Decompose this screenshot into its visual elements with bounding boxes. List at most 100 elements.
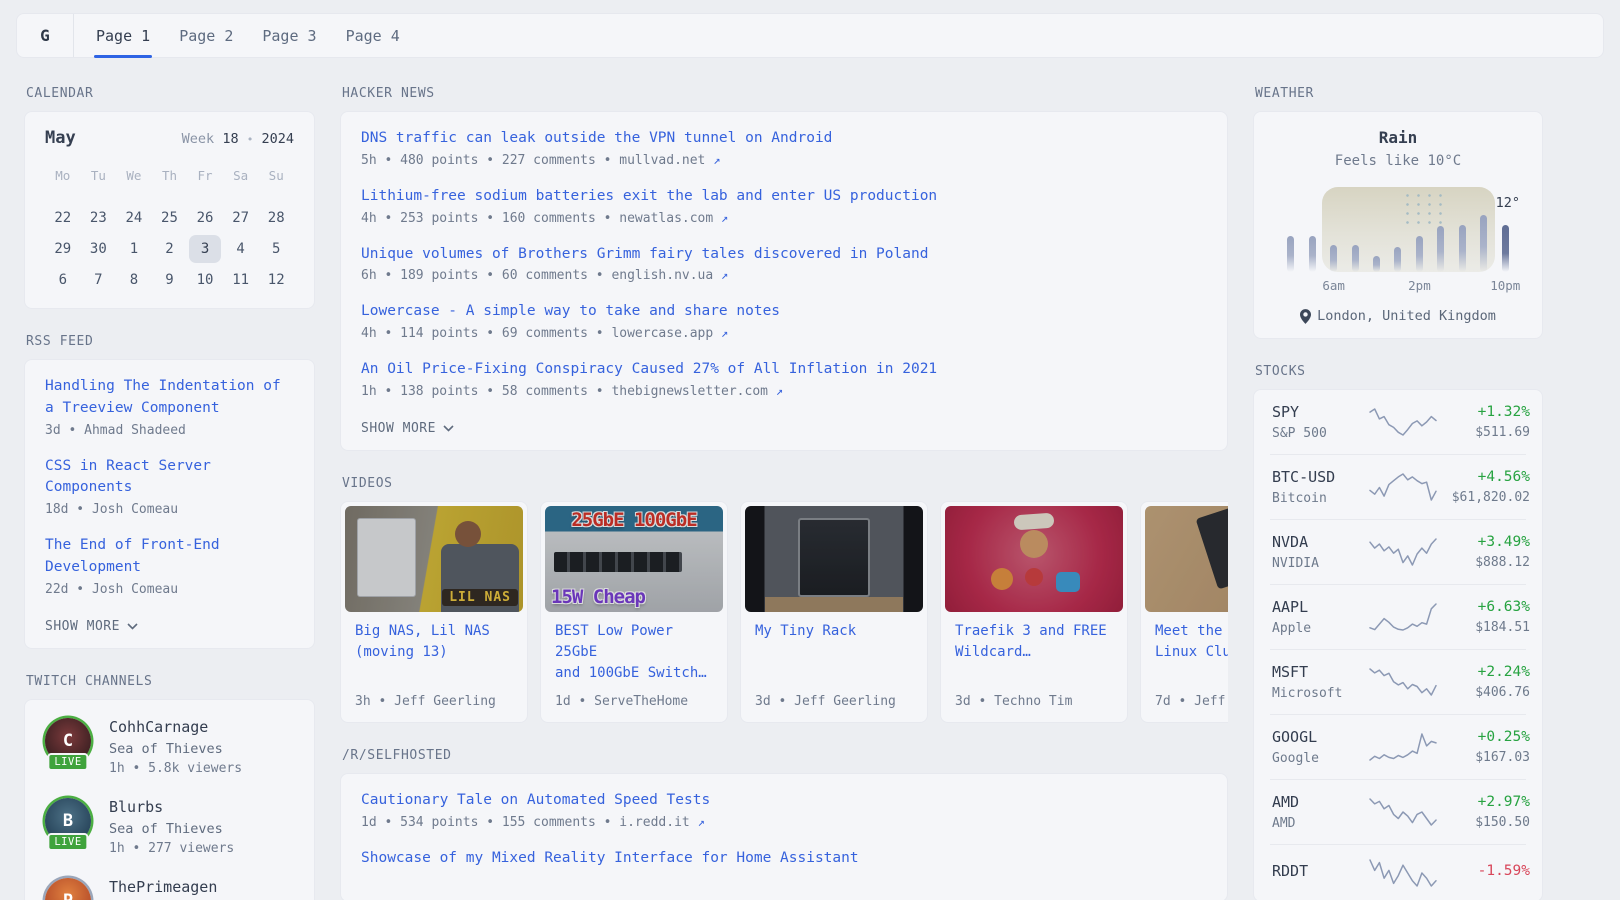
external-link-icon[interactable]: ↗: [776, 384, 783, 398]
stock-row[interactable]: RDDT -1.59%: [1270, 844, 1526, 900]
thumbnail-text: LIL NAS: [442, 589, 518, 606]
channel-meta: 1h • 5.8k viewers: [109, 761, 242, 776]
tab-page-3[interactable]: Page 3: [260, 14, 318, 57]
hn-item-title[interactable]: DNS traffic can leak outside the VPN tun…: [361, 128, 1207, 150]
thumbnail-art: [1196, 506, 1228, 590]
video-thumbnail[interactable]: [745, 506, 923, 612]
video-title-line: (moving 13): [355, 642, 513, 663]
stock-name: S&P 500: [1272, 426, 1368, 441]
video-card: My Tiny Rack 3d • Jeff Geerling: [740, 501, 928, 723]
rss-item: Handling The Indentation of a Treeview C…: [45, 376, 294, 438]
channel-name[interactable]: CohhCarnage: [109, 718, 242, 736]
calendar-card: May Week 18 • 2024 MoTuWeThFrSaSu 222324…: [24, 111, 315, 309]
reddit-item-title[interactable]: Cautionary Tale on Automated Speed Tests: [361, 790, 1207, 812]
stock-change: +3.49%: [1438, 534, 1530, 550]
stock-name: Google: [1272, 751, 1368, 766]
stock-change: +2.24%: [1438, 664, 1530, 680]
reddit-item-title[interactable]: Showcase of my Mixed Reality Interface f…: [361, 848, 1207, 870]
live-badge: LIVE: [47, 753, 88, 771]
video-thumbnail[interactable]: LIL NAS: [345, 506, 523, 612]
video-title[interactable]: BEST Low Power 25GbEand 100GbE Switch…: [555, 621, 713, 684]
stock-row[interactable]: AAPL Apple +6.63% $184.51: [1270, 584, 1526, 649]
stock-price: $167.03: [1438, 750, 1530, 765]
channel-name[interactable]: ThePrimeagen: [109, 878, 217, 896]
external-link-icon[interactable]: ↗: [713, 153, 720, 167]
tab-page-2[interactable]: Page 2: [177, 14, 235, 57]
rss-show-more-button[interactable]: SHOW MORE: [45, 619, 138, 634]
calendar-day: 11: [225, 266, 257, 294]
rss-item-title[interactable]: CSS in React Server Components: [45, 456, 294, 500]
hn-item-meta: 1h • 138 points • 58 comments • thebigne…: [361, 384, 1207, 399]
calendar-section-title: CALENDAR: [26, 86, 315, 101]
week-prefix: Week: [182, 131, 215, 147]
weather-card: Rain Feels like 10°C 12° 6am2pm10pm Lond…: [1253, 111, 1543, 339]
external-link-icon[interactable]: ↗: [721, 268, 728, 282]
stock-symbol: RDDT: [1272, 862, 1368, 880]
hn-item-title[interactable]: An Oil Price-Fixing Conspiracy Caused 27…: [361, 359, 1207, 381]
external-link-icon[interactable]: ↗: [698, 815, 705, 829]
weather-location: London, United Kingdom: [1270, 308, 1526, 324]
video-thumbnail[interactable]: [945, 506, 1123, 612]
stock-sparkline: [1368, 472, 1438, 502]
stock-name: NVIDIA: [1272, 556, 1368, 571]
stock-change: -1.59%: [1438, 863, 1530, 879]
video-title[interactable]: Traefik 3 and FREEWildcard…: [955, 621, 1113, 663]
rss-item-title[interactable]: The End of Front-End Development: [45, 535, 294, 579]
rss-item-title[interactable]: Handling The Indentation of a Treeview C…: [45, 376, 294, 420]
stock-row[interactable]: GOOGL Google +0.25% $167.03: [1270, 714, 1526, 779]
calendar-day: 1: [118, 235, 150, 263]
video-meta: 1d • ServeTheHome: [555, 684, 713, 709]
show-more-label: SHOW MORE: [45, 619, 120, 634]
external-link-icon[interactable]: ↗: [721, 211, 728, 225]
stock-row[interactable]: AMD AMD +2.97% $150.50: [1270, 779, 1526, 844]
video-title[interactable]: Big NAS, Lil NAS(moving 13): [355, 621, 513, 663]
video-title[interactable]: My Tiny Rack: [755, 621, 913, 642]
video-card: Traefik 3 and FREEWildcard… 3d • Techno …: [940, 501, 1128, 723]
rss-item-meta: 22d • Josh Comeau: [45, 582, 294, 597]
live-badge: LIVE: [47, 833, 88, 851]
stock-price: $61,820.02: [1438, 490, 1530, 505]
weather-bar-current: [1502, 225, 1509, 272]
video-title-line: BEST Low Power 25GbE: [555, 621, 713, 663]
twitch-section-title: TWITCH CHANNELS: [26, 674, 315, 689]
stocks-card: SPY S&P 500 +1.32% $511.69 BTC-USD Bitco…: [1253, 389, 1543, 900]
hn-show-more-button[interactable]: SHOW MORE: [361, 421, 454, 436]
calendar-day: 29: [47, 235, 79, 263]
channel-name[interactable]: Blurbs: [109, 798, 234, 816]
video-thumbnail[interactable]: 25GbE 100GbE 15W Cheap: [545, 506, 723, 612]
hn-item-title[interactable]: Unique volumes of Brothers Grimm fairy t…: [361, 244, 1207, 266]
show-more-label: SHOW MORE: [361, 421, 436, 436]
page-tabs: Page 1 Page 2 Page 3 Page 4: [74, 14, 402, 57]
reddit-section-title: /R/SELFHOSTED: [342, 748, 1228, 763]
hn-meta-text: 1h • 138 points • 58 comments • thebigne…: [361, 384, 768, 399]
weekday-label: We: [116, 164, 152, 188]
calendar-day: 27: [225, 204, 257, 232]
external-link-icon[interactable]: ↗: [721, 326, 728, 340]
app-logo[interactable]: G: [17, 14, 74, 57]
thumbnail-art: [991, 568, 1013, 590]
calendar-days-grid: 222324252627282930123456789101112: [45, 204, 294, 294]
thumbnail-art: [441, 544, 519, 612]
hn-item-title[interactable]: Lithium-free sodium batteries exit the l…: [361, 186, 1207, 208]
stock-row[interactable]: NVDA NVIDIA +3.49% $888.12: [1270, 519, 1526, 584]
twitch-channel-row[interactable]: C LIVE CohhCarnage Sea of Thieves 1h • 5…: [45, 718, 294, 776]
stock-row[interactable]: MSFT Microsoft +2.24% $406.76: [1270, 649, 1526, 714]
stock-row[interactable]: SPY S&P 500 +1.32% $511.69: [1270, 390, 1526, 454]
weather-widget: WEATHER Rain Feels like 10°C 12° 6am2pm1…: [1253, 86, 1543, 339]
calendar-day: 25: [153, 204, 185, 232]
reddit-card: Cautionary Tale on Automated Speed Tests…: [340, 773, 1228, 900]
rss-item: The End of Front-End Development 22d • J…: [45, 535, 294, 597]
calendar-day: 23: [82, 204, 114, 232]
twitch-channel-row[interactable]: P ThePrimeagen: [45, 878, 294, 900]
calendar-day: 6: [47, 266, 79, 294]
hn-item-title[interactable]: Lowercase - A simple way to take and sha…: [361, 301, 1207, 323]
twitch-channel-row[interactable]: B LIVE Blurbs Sea of Thieves 1h • 277 vi…: [45, 798, 294, 856]
stock-sparkline: [1368, 732, 1438, 762]
channel-avatar[interactable]: P: [45, 878, 91, 900]
tab-page-1[interactable]: Page 1: [94, 14, 152, 57]
weather-chart: 12°: [1280, 187, 1516, 272]
tab-page-4[interactable]: Page 4: [344, 14, 402, 57]
video-title[interactable]: Meet theLinux Clu: [1155, 621, 1228, 663]
stock-row[interactable]: BTC-USD Bitcoin +4.56% $61,820.02: [1270, 454, 1526, 519]
video-thumbnail[interactable]: FAS: [1145, 506, 1228, 612]
